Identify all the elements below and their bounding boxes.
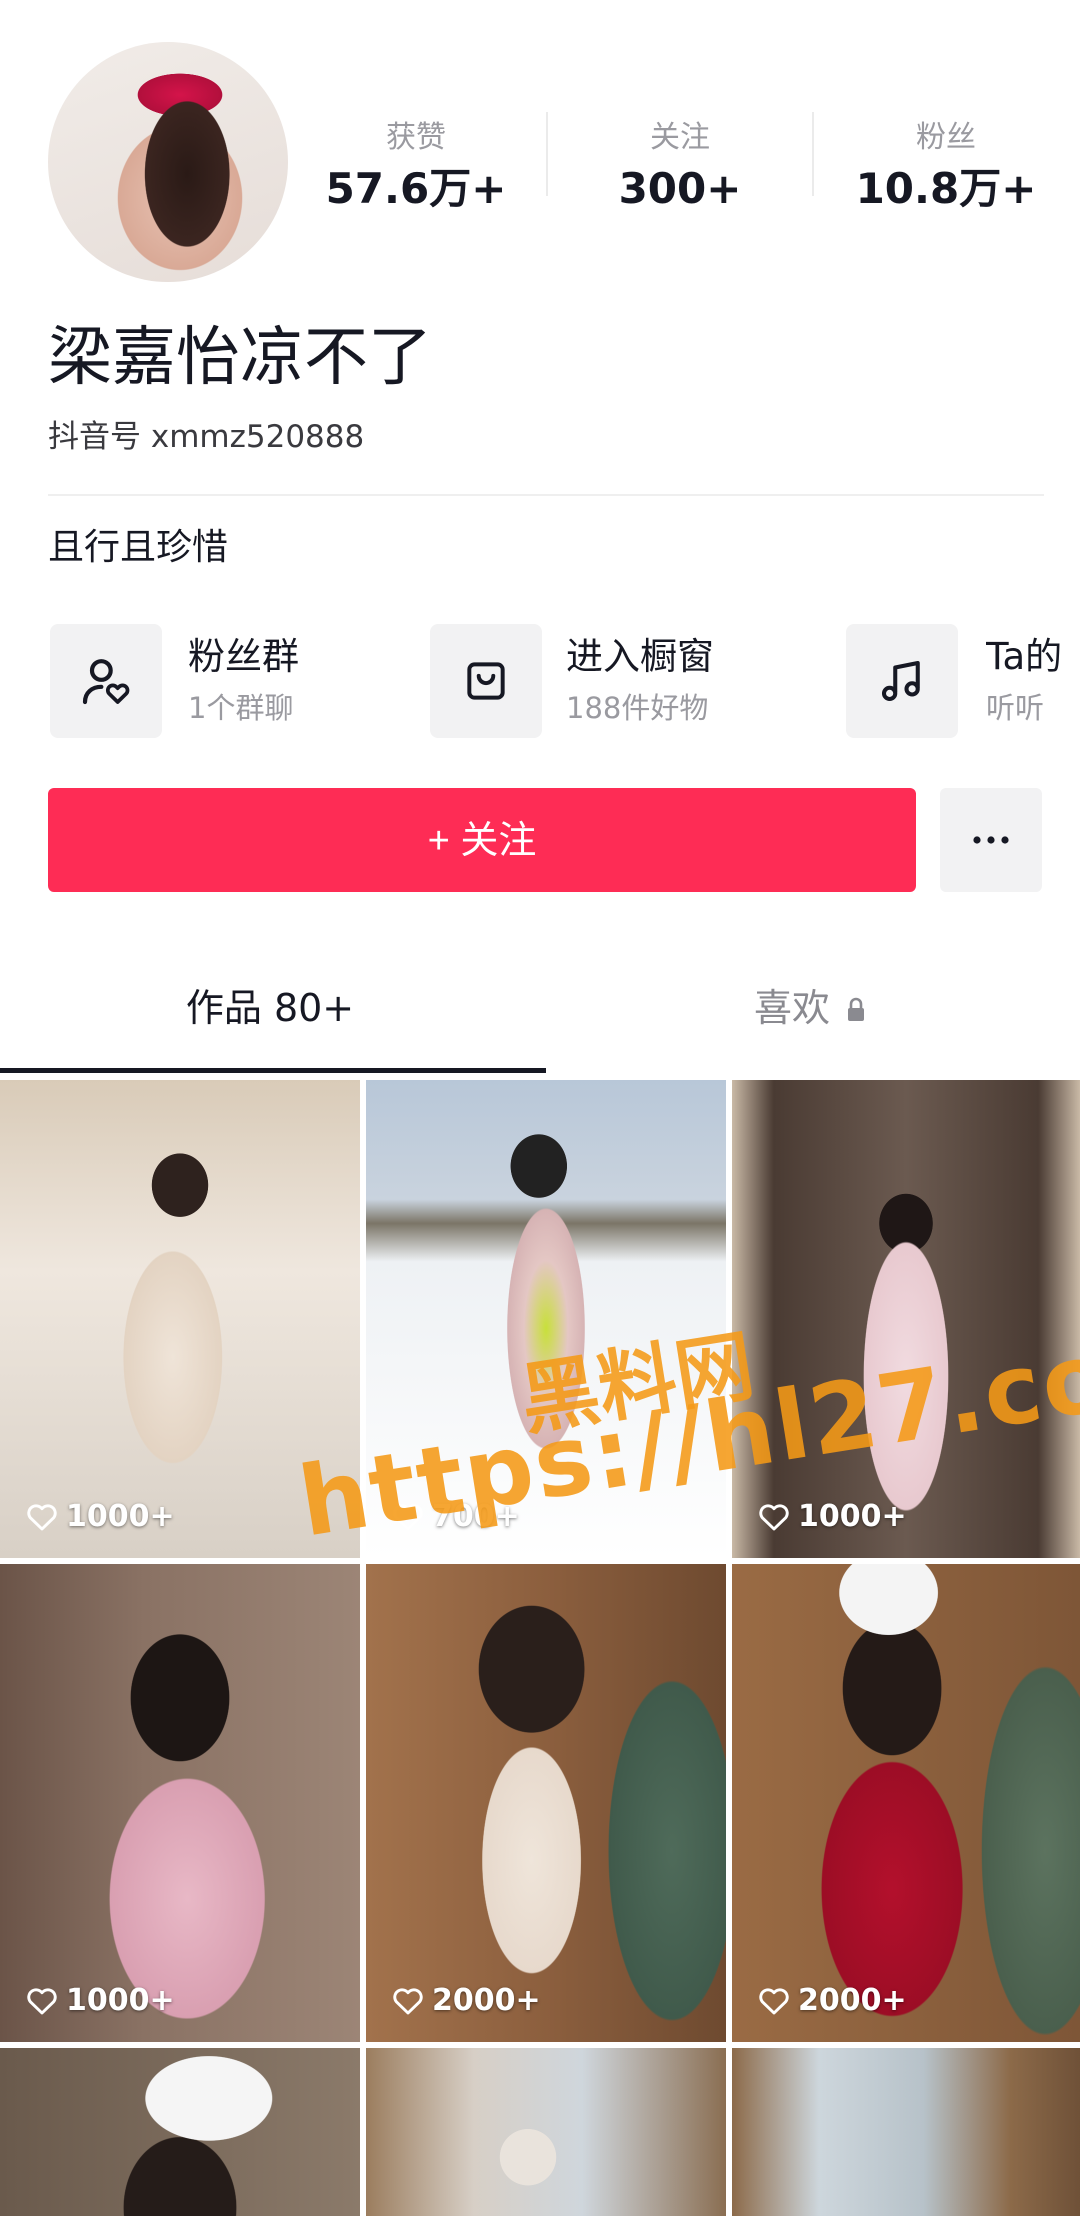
video-thumbnail[interactable]: 2000+ <box>732 1564 1080 2042</box>
stat-likes[interactable]: 获赞 57.6万+ <box>296 118 536 216</box>
stat-following-value: 300+ <box>618 164 742 213</box>
heart-icon <box>759 1503 789 1530</box>
fan-group-icon <box>82 659 130 705</box>
profile-name: 梁嘉怡凉不了 <box>48 321 432 395</box>
video-likes: 2000+ <box>758 1983 907 2018</box>
heart-icon <box>27 1503 57 1530</box>
video-thumbnail[interactable]: 2000+ <box>366 1564 726 2042</box>
stat-followers-label: 粉丝 <box>916 120 976 155</box>
video-thumbnail[interactable] <box>0 2048 360 2216</box>
shop-window-title: 进入橱窗 <box>566 635 714 678</box>
stat-followers[interactable]: 粉丝 10.8万+ <box>826 118 1066 216</box>
shop-bag-icon <box>467 662 505 700</box>
stat-following[interactable]: 关注 300+ <box>560 118 800 216</box>
follow-button[interactable]: + 关注 <box>48 788 916 892</box>
music-shortcut-text: Ta的 听听 <box>986 620 1080 760</box>
fan-group-subtitle: 1个群聊 <box>188 691 294 725</box>
video-likes-count: 1000+ <box>66 1983 175 2018</box>
more-dots-icon <box>973 836 1009 844</box>
lock-icon <box>848 997 865 1021</box>
video-likes: 2000+ <box>392 1983 541 2018</box>
music-shortcut-subtitle: 听听 <box>986 691 1045 725</box>
video-thumbnail[interactable]: 1000+ <box>732 1080 1080 1558</box>
shop-window-shortcut[interactable] <box>430 624 542 738</box>
tab-active-indicator <box>0 1068 546 1073</box>
video-likes-count: 2000+ <box>432 1983 541 2018</box>
video-likes-count: 1000+ <box>66 1499 175 1534</box>
stat-likes-value: 57.6万+ <box>325 164 507 213</box>
tab-works[interactable]: 作品 80+ <box>0 976 540 1040</box>
video-likes: 1000+ <box>26 1499 175 1534</box>
tab-liked-label: 喜欢 <box>753 986 830 1030</box>
music-note-icon <box>881 660 920 702</box>
fan-group-shortcut[interactable] <box>50 624 162 738</box>
video-likes: 1000+ <box>758 1499 907 1534</box>
stat-following-label: 关注 <box>650 120 710 155</box>
heart-icon <box>27 1987 57 2014</box>
stat-likes-label: 获赞 <box>386 120 446 155</box>
video-likes-count: 1000+ <box>798 1499 907 1534</box>
stat-divider <box>812 112 814 196</box>
fan-group-title: 粉丝群 <box>188 635 299 678</box>
video-likes-count: 2000+ <box>798 1983 907 2018</box>
heart-icon <box>759 1987 789 2014</box>
more-button[interactable] <box>940 788 1042 892</box>
profile-handle[interactable]: 抖音号 xmmz520888 <box>48 414 364 460</box>
video-thumbnail[interactable] <box>732 2048 1080 2216</box>
shop-window-subtitle: 188件好物 <box>566 691 709 725</box>
video-thumbnail[interactable] <box>366 2048 726 2216</box>
video-likes: 1000+ <box>26 1983 175 2018</box>
tab-liked[interactable]: 喜欢 <box>540 976 1080 1040</box>
music-shortcut-title: Ta的 <box>986 635 1063 678</box>
stat-divider <box>546 112 548 196</box>
stat-followers-value: 10.8万+ <box>855 164 1037 213</box>
music-shortcut[interactable] <box>846 624 958 738</box>
profile-avatar[interactable] <box>48 42 288 282</box>
heart-icon <box>393 1987 423 2014</box>
video-thumbnail[interactable]: 1000+ <box>0 1564 360 2042</box>
divider <box>48 494 1044 496</box>
profile-bio: 且行且珍惜 <box>48 527 229 568</box>
